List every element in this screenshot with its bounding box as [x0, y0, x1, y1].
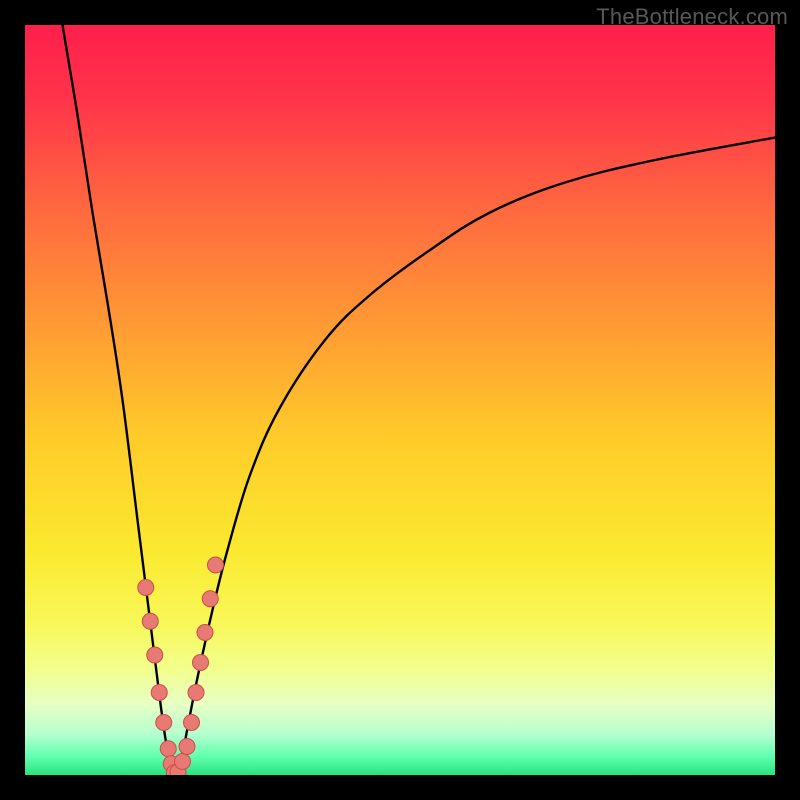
highlight-marker [208, 557, 224, 573]
highlight-marker [151, 685, 167, 701]
watermark-text: TheBottleneck.com [596, 4, 788, 30]
highlight-marker [193, 655, 209, 671]
curve-right-branch [175, 138, 775, 776]
highlight-marker [184, 715, 200, 731]
highlight-marker [160, 741, 176, 757]
highlight-marker [197, 625, 213, 641]
highlight-marker [138, 580, 154, 596]
highlight-marker [179, 739, 195, 755]
plot-area [25, 25, 775, 775]
highlight-marker [202, 591, 218, 607]
highlight-marker [142, 613, 158, 629]
highlight-markers [138, 557, 224, 775]
chart-frame: TheBottleneck.com [0, 0, 800, 800]
highlight-marker [147, 647, 163, 663]
highlight-marker [175, 754, 191, 770]
highlight-marker [188, 685, 204, 701]
highlight-marker [156, 715, 172, 731]
curve-layer [25, 25, 775, 775]
